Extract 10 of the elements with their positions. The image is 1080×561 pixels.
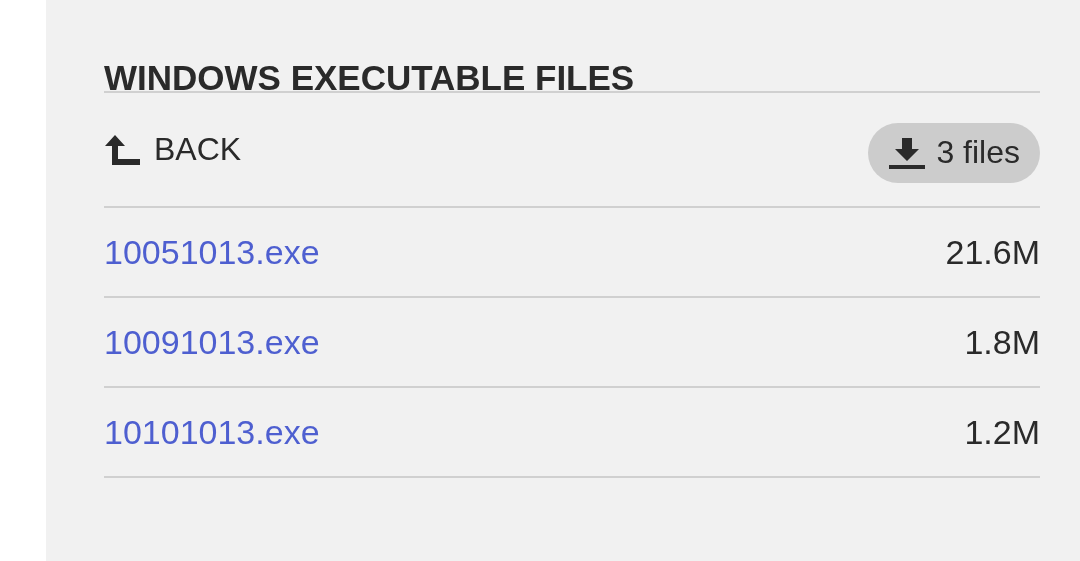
file-link[interactable]: 10051013.exe [104,232,320,272]
download-icon [888,135,927,170]
section-title: WINDOWS EXECUTABLE FILES [104,0,1040,93]
file-size: 21.6M [945,232,1040,272]
file-link[interactable]: 10101013.exe [104,412,320,452]
file-size: 1.2M [964,412,1040,452]
back-link[interactable]: BACK [104,131,242,168]
file-link[interactable]: 10091013.exe [104,322,320,362]
file-size: 1.8M [964,322,1040,362]
download-button[interactable]: 3 files [868,122,1040,183]
